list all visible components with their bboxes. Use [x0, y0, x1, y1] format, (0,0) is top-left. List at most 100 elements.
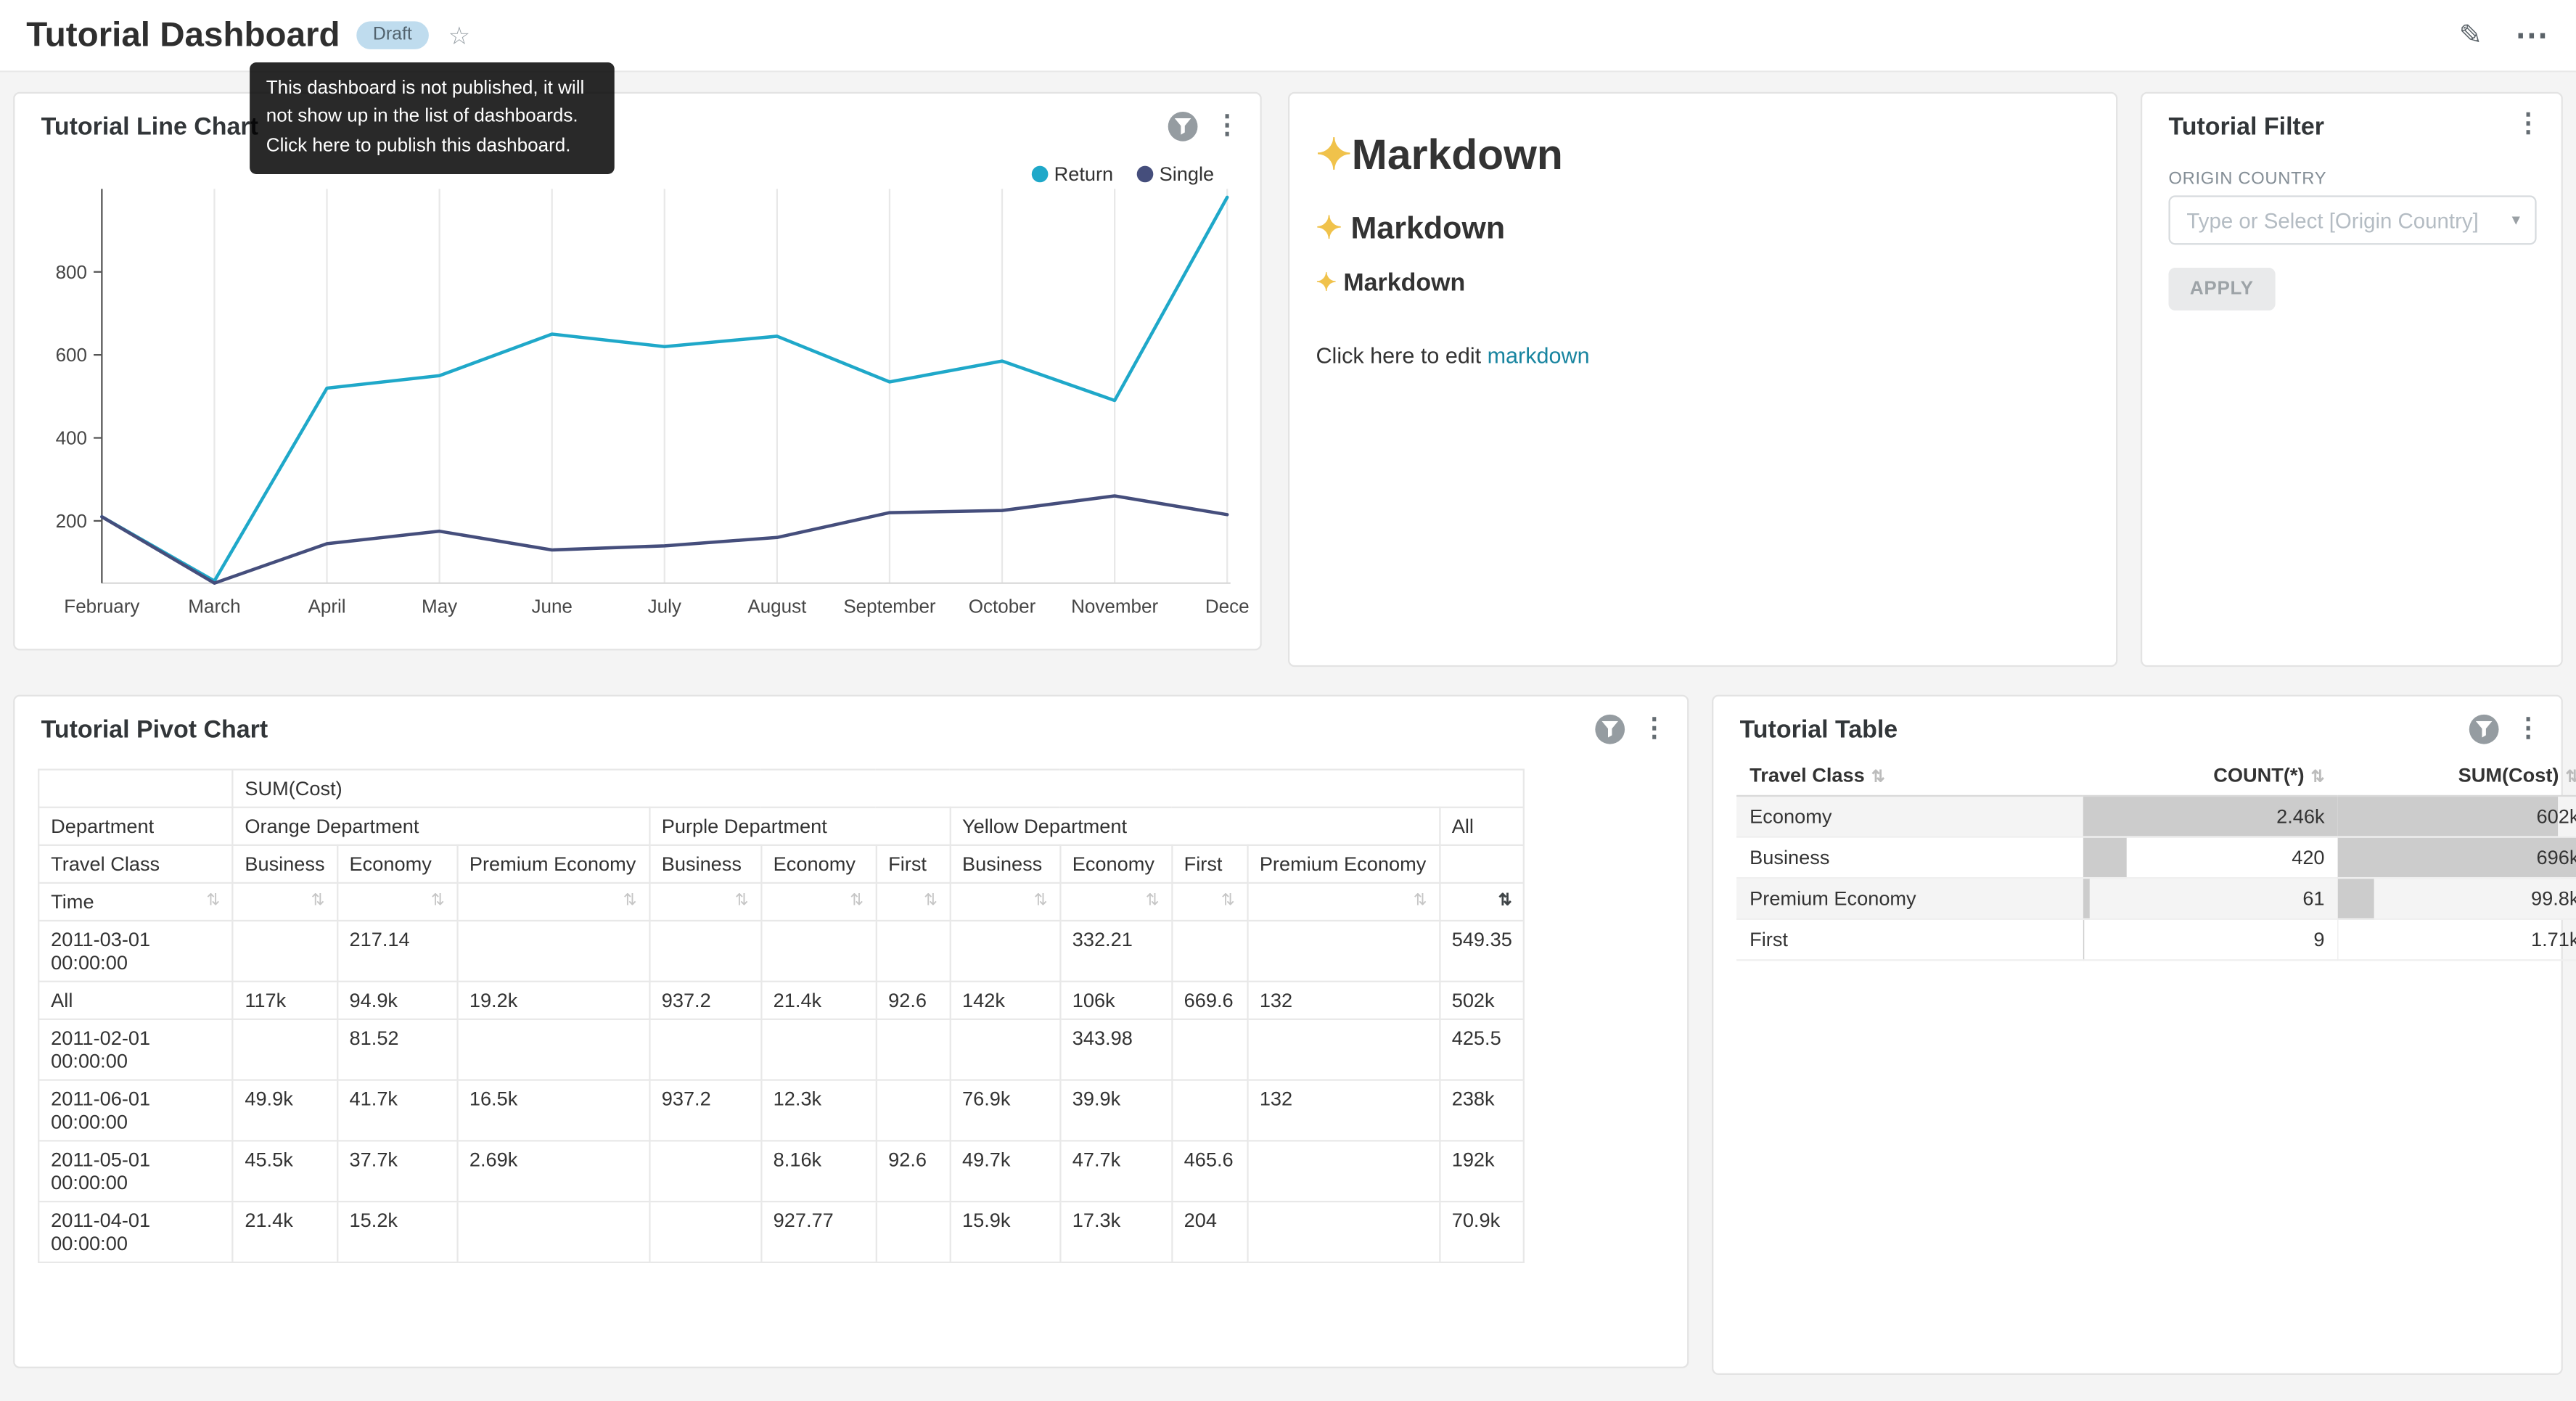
pivot-value-cell [1172, 921, 1247, 982]
kebab-menu-icon[interactable]: ⋮ [2515, 112, 2541, 138]
pivot-col-header: Premium Economy [457, 845, 649, 883]
sort-icon[interactable]: ⇅ [1498, 890, 1512, 913]
pivot-value-cell: 76.9k [950, 1080, 1060, 1141]
pivot-sort-cell: ⇅ [337, 883, 457, 921]
cell-count: 9 [2083, 919, 2338, 961]
sort-icon[interactable]: ⇅ [2565, 769, 2576, 787]
sort-icon[interactable]: ⇅ [850, 890, 864, 913]
pivot-value-cell [950, 921, 1060, 982]
sort-icon[interactable]: ⇅ [924, 890, 938, 913]
table-header-sum-cost[interactable]: SUM(Cost)⇅ [2338, 755, 2576, 795]
sort-icon[interactable]: ⇅ [311, 890, 325, 913]
cell-sum-cost: 696k [2338, 837, 2576, 879]
pivot-metric-label: SUM(Cost) [232, 770, 1524, 808]
legend-dot [1031, 166, 1048, 183]
pivot-sort-cell: ⇅ [1440, 883, 1525, 921]
kebab-menu-icon[interactable]: ⋮ [1214, 113, 1240, 139]
markdown-edit-link[interactable]: markdown [1488, 343, 1590, 368]
kebab-menu-icon[interactable]: ⋮ [1641, 716, 1668, 742]
pivot-value-cell [876, 1019, 950, 1080]
sort-icon[interactable]: ⇅ [1871, 769, 1885, 787]
pivot-value-cell [1172, 1080, 1247, 1141]
sort-icon[interactable]: ⇅ [623, 890, 637, 913]
filter-card-icons: ⋮ [2515, 112, 2541, 138]
pivot-row-label: 2011-02-0100:00:00 [38, 1019, 232, 1080]
pivot-value-cell: 21.4k [761, 982, 876, 1019]
y-tick-label: 200 [56, 510, 87, 532]
pivot-col-group: Purple Department [649, 808, 950, 845]
pivot-col-group: Yellow Department [950, 808, 1440, 845]
pivot-value-cell: 465.6 [1172, 1141, 1247, 1201]
markdown-h3: ✦ Markdown [1316, 268, 2089, 297]
pivot-value-cell: 669.6 [1172, 982, 1247, 1019]
sort-icon[interactable]: ⇅ [1414, 890, 1427, 913]
cross-filter-icon[interactable] [1595, 715, 1625, 744]
favorite-star-icon[interactable]: ☆ [448, 20, 470, 50]
x-tick-label: Dece [1205, 595, 1250, 617]
pivot-value-cell: 343.98 [1060, 1019, 1172, 1080]
pivot-value-cell [876, 1201, 950, 1262]
sort-icon[interactable]: ⇅ [431, 890, 445, 913]
sort-icon[interactable]: ⇅ [1034, 890, 1048, 913]
y-tick-label: 600 [56, 344, 87, 366]
edit-pencil-icon[interactable]: ✎ [2459, 19, 2482, 52]
table-card: Tutorial Table ⋮ Travel Class⇅COUNT(*)⇅S… [1712, 695, 2563, 1375]
pivot-row: 2011-06-0100:00:0049.9k41.7k16.5k937.212… [38, 1080, 1525, 1141]
pivot-value-cell: 132 [1247, 1080, 1440, 1141]
cell-travel-class: Economy [1736, 796, 2083, 837]
x-tick-label: February [64, 595, 139, 617]
pivot-row-label: 2011-03-0100:00:00 [38, 921, 232, 982]
sparkles-icon: ✦ [1316, 130, 1351, 179]
sparkles-icon: ✦ [1316, 212, 1342, 247]
markdown-card: ✦Markdown ✦ Markdown ✦ Markdown Click he… [1288, 92, 2117, 667]
pivot-value-cell: 21.4k [232, 1201, 337, 1262]
pivot-corner-empty [38, 770, 232, 808]
origin-country-label: ORIGIN COUNTRY [2168, 169, 2326, 189]
pivot-value-cell: 238k [1440, 1080, 1525, 1141]
pivot-sort-cell: ⇅ [1172, 883, 1247, 921]
draft-badge[interactable]: Draft [356, 21, 428, 49]
cross-filter-icon[interactable] [1168, 112, 1198, 141]
pivot-col-header: Economy [761, 845, 876, 883]
pivot-row-label: All [38, 982, 232, 1019]
pivot-value-cell: 37.7k [337, 1141, 457, 1201]
origin-country-select[interactable]: Type or Select [Origin Country] ▾ [2168, 195, 2536, 245]
markdown-paragraph: Click here to edit markdown [1316, 343, 2089, 368]
table-header-count[interactable]: COUNT(*)⇅ [2083, 755, 2338, 795]
sort-icon[interactable]: ⇅ [1146, 890, 1160, 913]
pivot-value-cell: 927.77 [761, 1201, 876, 1262]
more-menu-icon[interactable]: ⋯ [2515, 15, 2550, 56]
x-tick-label: October [969, 595, 1036, 617]
table-row: Premium Economy6199.8k [1736, 878, 2576, 919]
y-tick-label: 800 [56, 261, 87, 283]
pivot-value-cell [761, 1019, 876, 1080]
line-chart-title: Tutorial Line Chart [41, 113, 258, 141]
funnel-icon [1601, 721, 1618, 738]
pivot-value-cell: 142k [950, 982, 1060, 1019]
pivot-col-header: Business [649, 845, 761, 883]
pivot-value-cell: 49.9k [232, 1080, 337, 1141]
cross-filter-icon[interactable] [2469, 715, 2499, 744]
pivot-value-cell [1247, 1141, 1440, 1201]
filter-card: Tutorial Filter ⋮ ORIGIN COUNTRY Type or… [2141, 92, 2563, 667]
page-title: Tutorial Dashboard [26, 16, 340, 55]
cell-travel-class: First [1736, 919, 2083, 961]
pivot-value-cell: 12.3k [761, 1080, 876, 1141]
sort-icon[interactable]: ⇅ [206, 890, 220, 913]
apply-button[interactable]: APPLY [2168, 268, 2275, 311]
pivot-value-cell: 92.6 [876, 982, 950, 1019]
pivot-value-cell [1172, 1019, 1247, 1080]
pivot-value-cell: 204 [1172, 1201, 1247, 1262]
filter-card-title: Tutorial Filter [2168, 113, 2323, 141]
chevron-down-icon: ▾ [2512, 212, 2520, 230]
pivot-value-cell: 937.2 [649, 1080, 761, 1141]
pivot-value-cell: 92.6 [876, 1141, 950, 1201]
table-header-travel-class[interactable]: Travel Class⇅ [1736, 755, 2083, 795]
sort-icon[interactable]: ⇅ [735, 890, 749, 913]
sort-icon[interactable]: ⇅ [1221, 890, 1235, 913]
sort-icon[interactable]: ⇅ [2311, 769, 2325, 787]
pivot-value-cell: 8.16k [761, 1141, 876, 1201]
pivot-row: 2011-04-0100:00:0021.4k15.2k927.7715.9k1… [38, 1201, 1525, 1262]
kebab-menu-icon[interactable]: ⋮ [2515, 716, 2541, 742]
table-card-icons: ⋮ [2469, 715, 2542, 744]
